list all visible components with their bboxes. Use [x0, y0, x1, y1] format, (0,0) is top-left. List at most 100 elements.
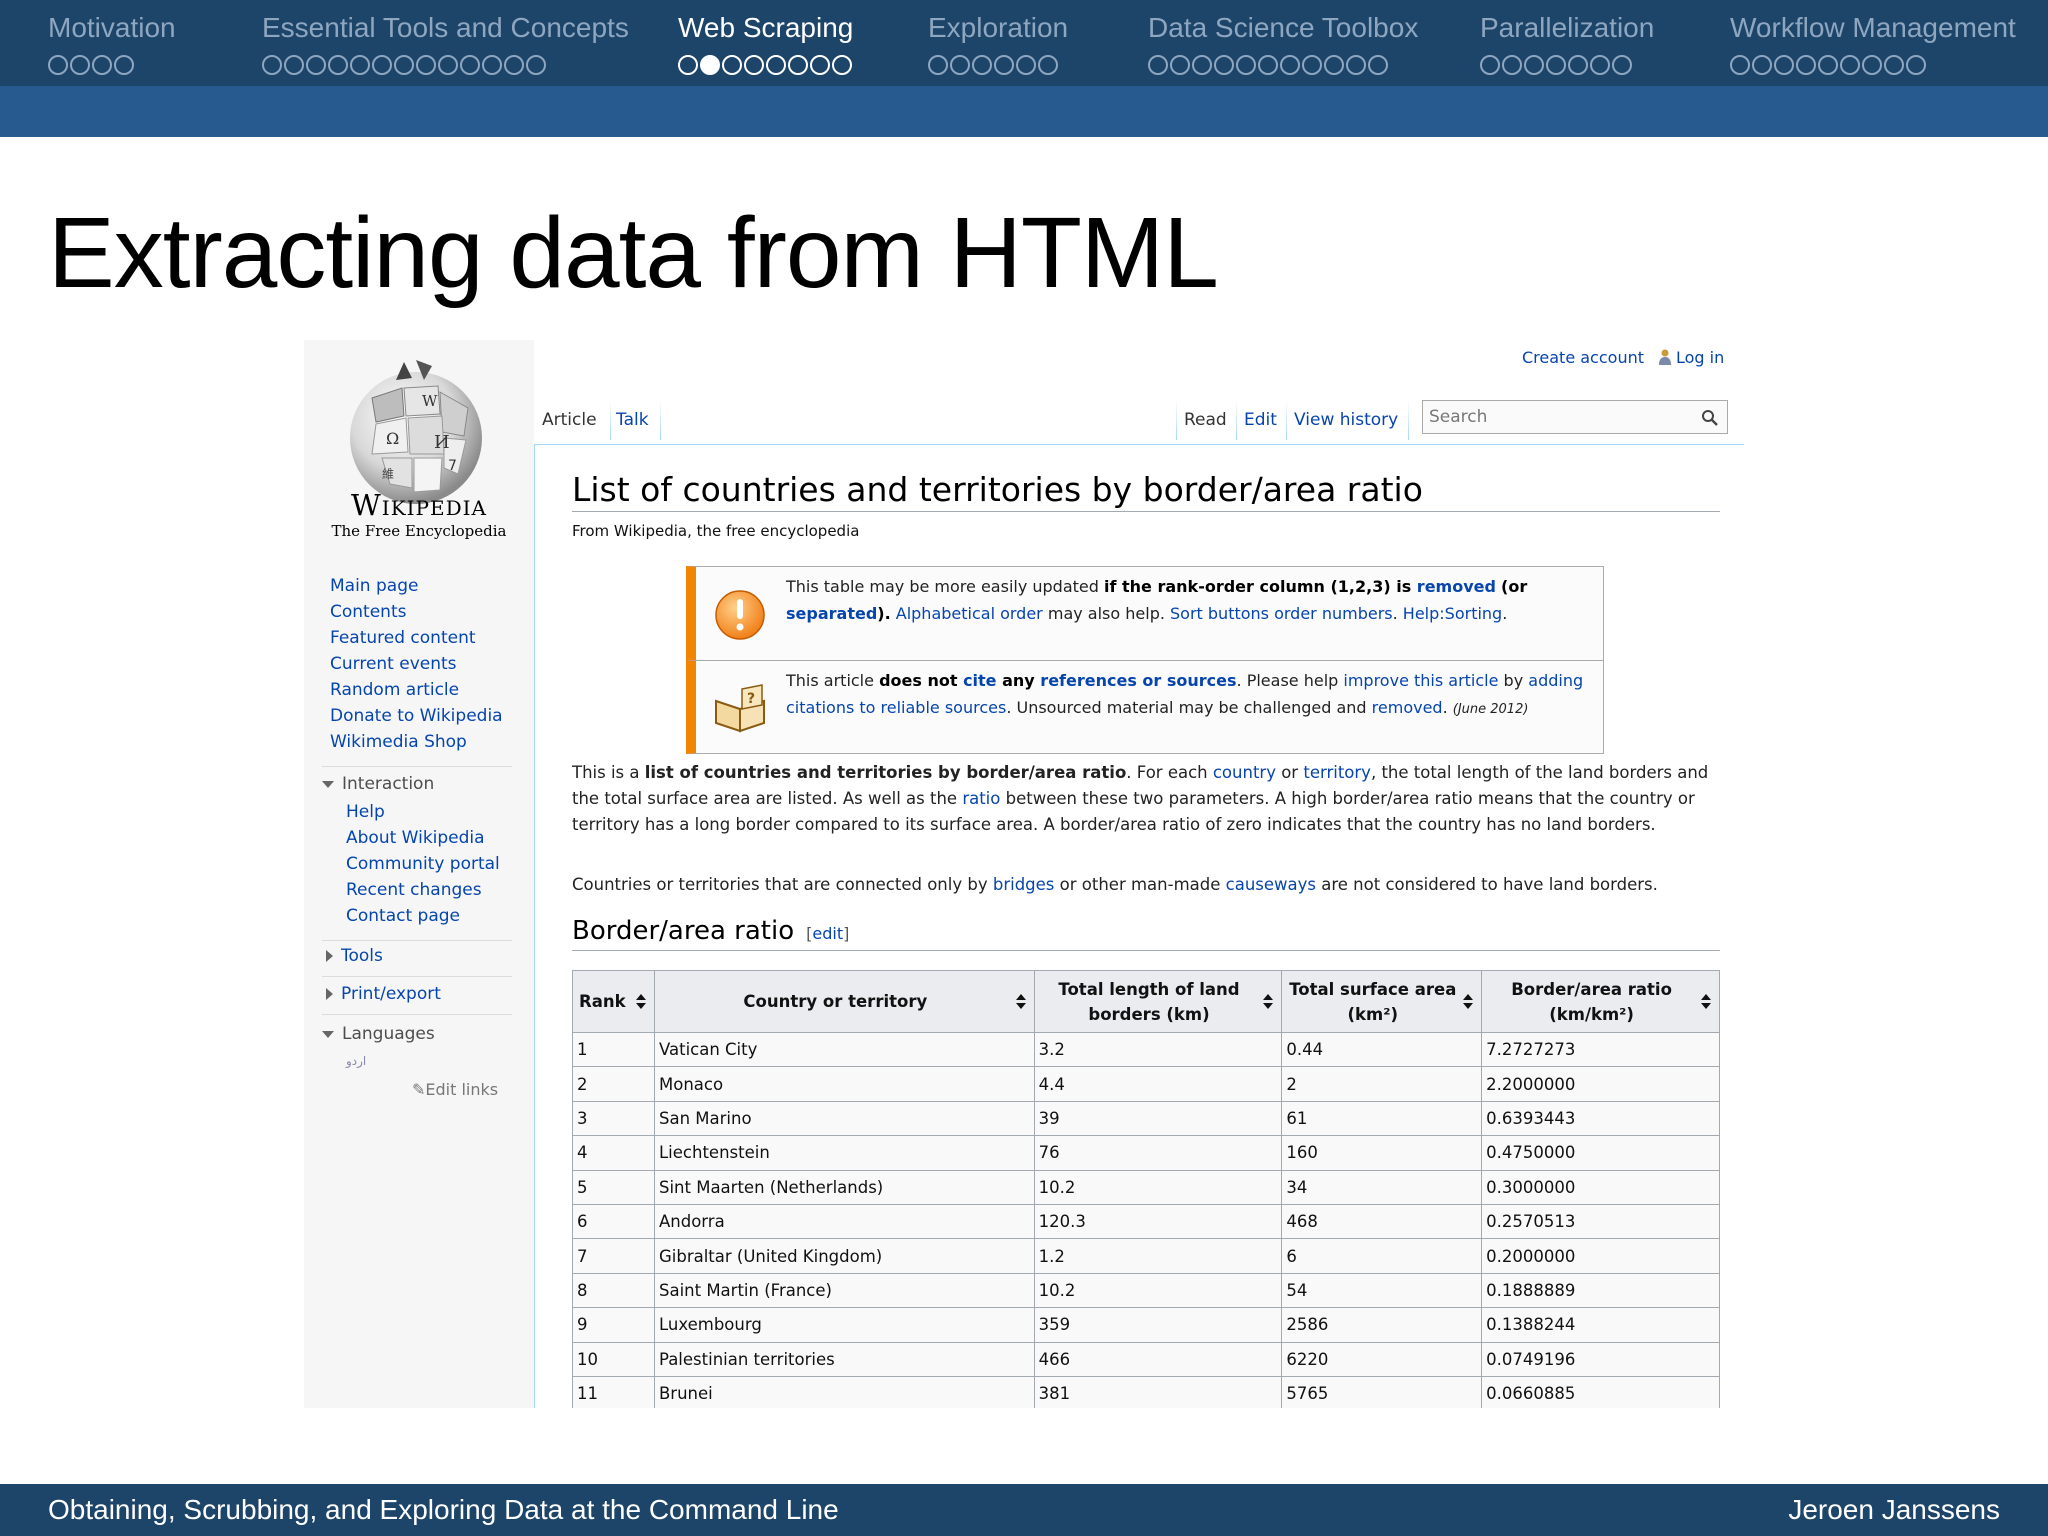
nav-slide-dot[interactable] [284, 54, 304, 75]
nav-slide-dot[interactable] [1324, 54, 1344, 75]
improve-article-link[interactable]: improve this article [1343, 671, 1498, 690]
nav-section-parallelization[interactable]: Parallelization [1480, 10, 1654, 75]
country-link[interactable]: country [1213, 763, 1276, 782]
login-link[interactable]: Log in [1658, 348, 1724, 367]
nav-slide-dot[interactable] [114, 54, 134, 75]
nav-slide-dot[interactable] [1502, 54, 1522, 75]
nav-slide-dot[interactable] [1568, 54, 1588, 75]
sidebar-item-community-portal[interactable]: Community portal [346, 854, 500, 874]
sidebar-item-recent-changes[interactable]: Recent changes [346, 880, 482, 900]
sort-icon[interactable] [1015, 993, 1026, 1010]
removed-link[interactable]: removed [1417, 577, 1496, 596]
sidebar-item-donate[interactable]: Donate to Wikipedia [330, 706, 503, 726]
nav-slide-dot[interactable] [1368, 54, 1388, 75]
tab-article[interactable]: Article [542, 410, 597, 430]
column-header-country[interactable]: Country or territory [653, 970, 1035, 1033]
sidebar-item-contents[interactable]: Contents [330, 602, 406, 622]
nav-slide-dot[interactable] [1148, 54, 1168, 75]
language-link-urdu[interactable]: اردو [346, 1054, 366, 1068]
nav-slide-dot[interactable] [700, 54, 720, 75]
bridges-link[interactable]: bridges [993, 875, 1055, 894]
sidebar-item-about-wikipedia[interactable]: About Wikipedia [346, 828, 485, 848]
nav-slide-dot[interactable] [504, 54, 524, 75]
search-icon[interactable] [1701, 409, 1719, 427]
sidebar-item-wikimedia-shop[interactable]: Wikimedia Shop [330, 732, 467, 752]
nav-slide-dot[interactable] [1170, 54, 1190, 75]
sidebar-item-help[interactable]: Help [346, 802, 385, 822]
nav-slide-dot[interactable] [788, 54, 808, 75]
nav-slide-dot[interactable] [92, 54, 112, 75]
tab-edit[interactable]: Edit [1244, 410, 1277, 430]
create-account-link[interactable]: Create account [1522, 348, 1644, 367]
nav-slide-dot[interactable] [306, 54, 326, 75]
nav-slide-dot[interactable] [766, 54, 786, 75]
nav-slide-dot[interactable] [994, 54, 1014, 75]
sidebar-heading-interaction[interactable]: Interaction [322, 774, 434, 794]
tab-read[interactable]: Read [1184, 410, 1227, 430]
nav-slide-dot[interactable] [1906, 54, 1926, 75]
cite-link[interactable]: cite [963, 671, 996, 690]
nav-slide-dot[interactable] [350, 54, 370, 75]
nav-slide-dot[interactable] [416, 54, 436, 75]
nav-slide-dot[interactable] [1214, 54, 1234, 75]
nav-slide-dot[interactable] [1016, 54, 1036, 75]
sort-icon[interactable] [1263, 993, 1274, 1010]
separated-link[interactable]: separated [786, 604, 877, 623]
nav-section-web-scraping[interactable]: Web Scraping [678, 10, 854, 75]
nav-slide-dot[interactable] [1840, 54, 1860, 75]
nav-slide-dot[interactable] [1796, 54, 1816, 75]
sidebar-item-random-article[interactable]: Random article [330, 680, 459, 700]
nav-section-workflow-management[interactable]: Workflow Management [1730, 10, 2016, 75]
column-header-border-length[interactable]: Total length of land borders (km) [1033, 970, 1283, 1033]
sidebar-heading-languages[interactable]: Languages [322, 1024, 435, 1044]
nav-slide-dot[interactable] [1862, 54, 1882, 75]
column-header-ratio[interactable]: Border/area ratio (km/km²) [1481, 970, 1720, 1033]
nav-section-exploration[interactable]: Exploration [928, 10, 1068, 75]
column-header-rank[interactable]: Rank [572, 970, 655, 1033]
nav-slide-dot[interactable] [744, 54, 764, 75]
nav-slide-dot[interactable] [1192, 54, 1212, 75]
nav-slide-dot[interactable] [950, 54, 970, 75]
nav-slide-dot[interactable] [526, 54, 546, 75]
sort-icon[interactable] [1463, 993, 1474, 1010]
sidebar-item-main-page[interactable]: Main page [330, 576, 418, 596]
nav-slide-dot[interactable] [1524, 54, 1544, 75]
nav-slide-dot[interactable] [1612, 54, 1632, 75]
nav-section-data-science-toolbox[interactable]: Data Science Toolbox [1148, 10, 1418, 75]
tab-talk[interactable]: Talk [616, 410, 649, 430]
nav-section-motivation[interactable]: Motivation [48, 10, 176, 75]
nav-slide-dot[interactable] [262, 54, 282, 75]
nav-section-essential-tools[interactable]: Essential Tools and Concepts [262, 10, 629, 75]
sidebar-item-featured-content[interactable]: Featured content [330, 628, 476, 648]
wikipedia-globe-logo-icon[interactable]: Ω W И 維 7 [342, 358, 490, 506]
sidebar-heading-tools[interactable]: Tools [326, 946, 383, 966]
nav-slide-dot[interactable] [1818, 54, 1838, 75]
removed-link[interactable]: removed [1372, 698, 1443, 717]
references-link[interactable]: references or sources [1040, 671, 1236, 690]
nav-slide-dot[interactable] [1730, 54, 1750, 75]
nav-slide-dot[interactable] [1346, 54, 1366, 75]
sidebar-heading-print-export[interactable]: Print/export [326, 984, 441, 1004]
nav-slide-dot[interactable] [1590, 54, 1610, 75]
nav-slide-dot[interactable] [70, 54, 90, 75]
nav-slide-dot[interactable] [1302, 54, 1322, 75]
nav-slide-dot[interactable] [1236, 54, 1256, 75]
nav-slide-dot[interactable] [972, 54, 992, 75]
sort-icon[interactable] [635, 993, 646, 1010]
nav-slide-dot[interactable] [460, 54, 480, 75]
nav-slide-dot[interactable] [832, 54, 852, 75]
nav-slide-dot[interactable] [1258, 54, 1278, 75]
help-sorting-link[interactable]: Help:Sorting [1403, 604, 1502, 623]
nav-slide-dot[interactable] [394, 54, 414, 75]
nav-slide-dot[interactable] [1280, 54, 1300, 75]
tab-view-history[interactable]: View history [1294, 410, 1398, 430]
nav-slide-dot[interactable] [1752, 54, 1772, 75]
nav-slide-dot[interactable] [48, 54, 68, 75]
nav-slide-dot[interactable] [1038, 54, 1058, 75]
territory-link[interactable]: territory [1303, 763, 1371, 782]
nav-slide-dot[interactable] [810, 54, 830, 75]
nav-slide-dot[interactable] [1546, 54, 1566, 75]
section-edit-link[interactable]: edit [812, 924, 843, 943]
causeways-link[interactable]: causeways [1226, 875, 1316, 894]
sort-buttons-link[interactable]: Sort buttons order numbers [1170, 604, 1393, 623]
